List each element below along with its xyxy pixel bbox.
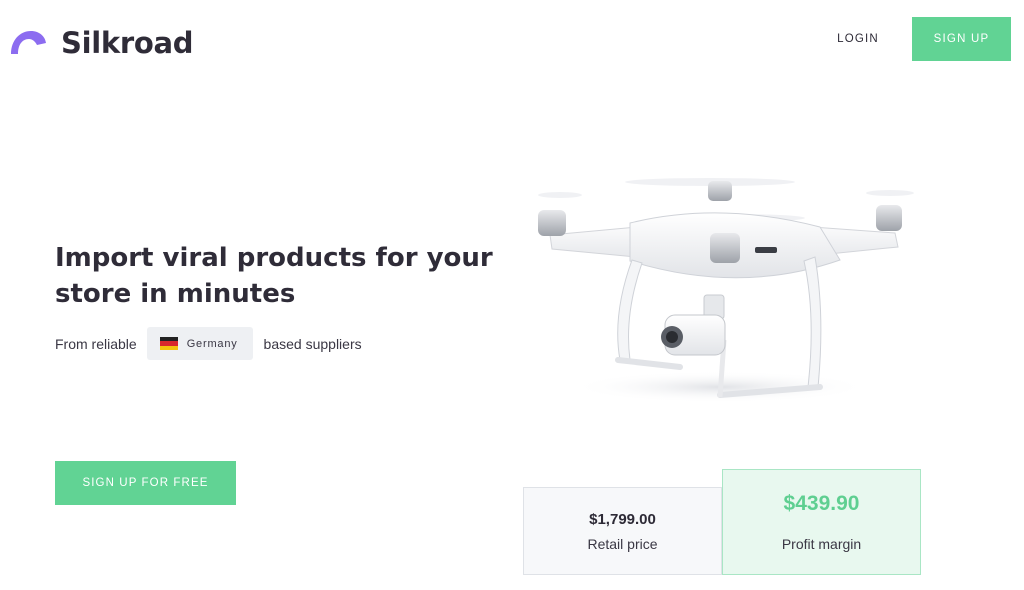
brand-name: Silkroad bbox=[61, 26, 194, 60]
sub-prefix: From reliable bbox=[55, 335, 137, 352]
profit-margin-value: $439.90 bbox=[783, 492, 860, 515]
login-link[interactable]: LOGIN bbox=[826, 26, 890, 52]
silkroad-logo-icon bbox=[11, 31, 46, 54]
germany-flag-icon bbox=[159, 337, 178, 350]
supplier-subtitle: From reliable Germany based suppliers bbox=[55, 327, 362, 360]
signup-button[interactable]: SIGN UP bbox=[912, 17, 1011, 61]
signup-free-button[interactable]: SIGN UP FOR FREE bbox=[55, 461, 236, 505]
country-label: Germany bbox=[186, 337, 238, 350]
retail-price-label: Retail price bbox=[587, 535, 658, 552]
headline-line-1: Import viral products for your bbox=[55, 243, 493, 273]
headline-line-2: store in minutes bbox=[55, 279, 296, 309]
retail-price-value: $1,799.00 bbox=[589, 510, 656, 528]
profit-margin-card: $439.90 Profit margin bbox=[722, 469, 921, 575]
brand-logo[interactable]: Silkroad bbox=[10, 26, 194, 60]
drone-image bbox=[520, 165, 920, 410]
sub-suffix: based suppliers bbox=[263, 335, 362, 352]
country-selector[interactable]: Germany bbox=[146, 327, 253, 360]
retail-price-card: $1,799.00 Retail price bbox=[523, 487, 722, 575]
profit-margin-label: Profit margin bbox=[781, 536, 862, 552]
hero-headline: Import viral products for your store in … bbox=[55, 240, 495, 312]
